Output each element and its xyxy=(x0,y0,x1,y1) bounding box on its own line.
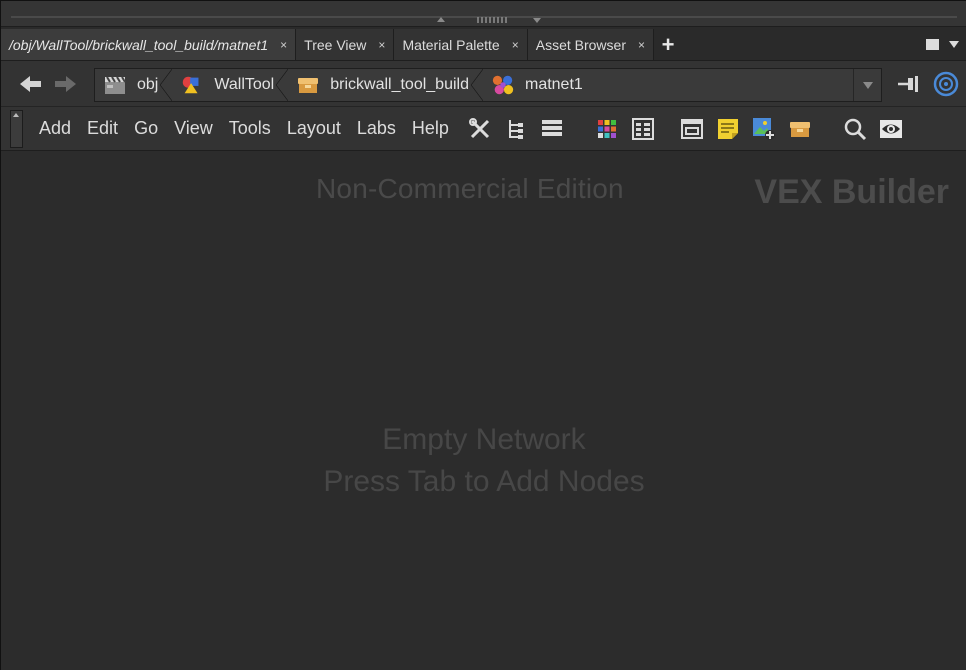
network-menu-bar: Add Edit Go View Tools Layout Labs Help xyxy=(1,106,966,151)
empty-network-message: Empty Network xyxy=(382,423,586,456)
tab-label: Tree View xyxy=(304,36,367,53)
pane-controls xyxy=(926,29,966,60)
path-crumb-matnet1[interactable]: matnet1 xyxy=(483,69,597,101)
path-label: brickwall_tool_build xyxy=(330,76,469,93)
close-icon[interactable]: × xyxy=(378,38,385,52)
list-icon[interactable] xyxy=(539,116,565,142)
menu-layout[interactable]: Layout xyxy=(279,106,349,151)
asset-box-icon[interactable] xyxy=(787,116,813,142)
forward-arrow-icon xyxy=(55,75,76,92)
expand-up-icon[interactable] xyxy=(437,17,445,22)
eye-icon[interactable] xyxy=(878,116,904,142)
target-icon xyxy=(933,71,959,97)
path-crumb-walltool[interactable]: WallTool xyxy=(172,69,289,101)
material-network-icon xyxy=(491,74,515,96)
grip-icon[interactable] xyxy=(477,17,507,23)
wrench-icon[interactable] xyxy=(467,116,493,142)
maximize-pane-icon[interactable] xyxy=(926,39,939,50)
pin-icon xyxy=(898,76,918,92)
shapes-icon xyxy=(180,74,204,96)
network-box-icon[interactable] xyxy=(679,116,705,142)
image-add-icon[interactable] xyxy=(751,116,777,142)
path-dropdown-button[interactable] xyxy=(853,69,881,101)
tab-asset-browser[interactable]: Asset Browser × xyxy=(527,29,654,60)
menu-go[interactable]: Go xyxy=(126,106,166,151)
pane-tab-bar: /obj/WallTool/brickwall_tool_build/matne… xyxy=(1,27,966,60)
network-canvas[interactable]: Non-Commercial Edition VEX Builder Empty… xyxy=(1,151,966,670)
network-path: obj WallTool brickwall_tool_build matnet… xyxy=(94,68,882,102)
tab-label: /obj/WallTool/brickwall_tool_build/matne… xyxy=(9,36,269,53)
color-grid-icon[interactable] xyxy=(594,116,620,142)
path-label: matnet1 xyxy=(524,76,583,93)
menu-add[interactable]: Add xyxy=(31,106,79,151)
network-editor-pane: /obj/WallTool/brickwall_tool_build/matne… xyxy=(0,0,966,670)
pane-menu-icon[interactable] xyxy=(949,41,959,48)
edition-watermark: Non-Commercial Edition xyxy=(316,173,624,204)
pane-splitter[interactable] xyxy=(1,1,966,27)
menu-tools[interactable]: Tools xyxy=(221,106,279,151)
parameter-grid-icon[interactable] xyxy=(630,116,656,142)
close-icon[interactable]: × xyxy=(512,38,519,52)
tree-icon[interactable] xyxy=(503,116,529,142)
box-icon xyxy=(296,74,320,96)
menu-edit[interactable]: Edit xyxy=(79,106,126,151)
back-button[interactable] xyxy=(15,68,47,100)
path-bar: obj WallTool brickwall_tool_build matnet… xyxy=(1,60,966,106)
sticky-note-icon[interactable] xyxy=(715,116,741,142)
expand-down-icon[interactable] xyxy=(533,18,541,23)
menu-view[interactable]: View xyxy=(166,106,221,151)
pin-button[interactable] xyxy=(896,73,922,95)
obj-clapboard-icon xyxy=(103,74,127,96)
forward-button[interactable] xyxy=(49,68,81,100)
tab-tree-view[interactable]: Tree View × xyxy=(296,29,395,60)
menu-help[interactable]: Help xyxy=(404,106,457,151)
path-label: obj xyxy=(137,76,159,93)
toolbar-collapse-handle[interactable] xyxy=(10,109,23,148)
search-icon[interactable] xyxy=(842,116,868,142)
tab-network-editor[interactable]: /obj/WallTool/brickwall_tool_build/matne… xyxy=(1,29,297,60)
chevron-down-icon xyxy=(862,81,873,89)
path-crumb-obj[interactable]: obj xyxy=(95,69,173,101)
link-target-button[interactable] xyxy=(933,71,959,97)
close-icon[interactable]: × xyxy=(638,38,645,52)
path-label: WallTool xyxy=(214,76,275,93)
menu-labs[interactable]: Labs xyxy=(349,106,404,151)
context-label: VEX Builder xyxy=(754,173,949,211)
tab-label: Asset Browser xyxy=(535,36,626,53)
tab-label: Material Palette xyxy=(402,36,500,53)
tab-material-palette[interactable]: Material Palette × xyxy=(394,29,528,60)
empty-network-hint: Press Tab to Add Nodes xyxy=(323,465,645,498)
path-crumb-brickwall-tool-build[interactable]: brickwall_tool_build xyxy=(288,69,483,101)
back-arrow-icon xyxy=(20,75,41,92)
close-icon[interactable]: × xyxy=(280,38,287,52)
add-tab-button[interactable]: + xyxy=(654,29,682,60)
